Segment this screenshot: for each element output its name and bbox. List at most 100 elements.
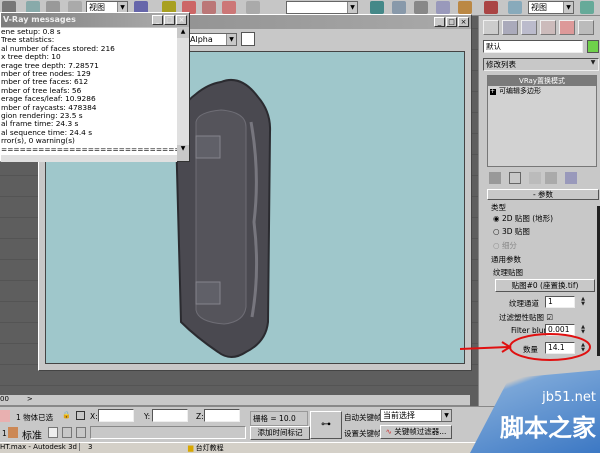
next-frame-button[interactable]: > xyxy=(27,395,33,403)
filter-label: 过滤塑性贴图 xyxy=(499,313,544,322)
folder-label: 台灯教程 xyxy=(195,444,224,452)
x-coordinate-field[interactable] xyxy=(98,409,134,422)
modifier-stack: VRay置换模式 + 可编辑多边形 xyxy=(487,75,597,167)
percent-snap-icon[interactable] xyxy=(222,1,236,14)
tex-channel-field[interactable]: 1 xyxy=(545,296,575,308)
absolute-mode-icon[interactable] xyxy=(76,411,85,420)
stack-item-vray-displacement[interactable]: VRay置换模式 xyxy=(488,76,596,86)
render-icon[interactable] xyxy=(8,427,18,438)
vray-messages-window: V-Ray messages _ □ × ene setup: 0.8 s Tr… xyxy=(0,12,190,162)
x-label: X: xyxy=(90,412,98,421)
taskbar-item[interactable]: 3 xyxy=(88,443,92,451)
radio-3d-map[interactable]: ○ 3D 贴图 xyxy=(493,226,530,237)
maxscript-listener[interactable] xyxy=(0,410,10,422)
horizontal-scrollbar[interactable] xyxy=(1,155,177,162)
taskbar-item-folder[interactable]: ▆ 台灯教程 xyxy=(188,443,224,453)
expand-plus-icon[interactable]: + xyxy=(490,89,496,95)
vertical-scrollbar[interactable]: ▲ ▼ xyxy=(177,28,189,155)
moon-icon[interactable] xyxy=(48,427,58,438)
scroll-down-icon[interactable]: ▼ xyxy=(177,145,189,155)
display-tab-icon[interactable] xyxy=(559,20,575,35)
stack-item-label: VRay置换模式 xyxy=(519,77,565,85)
y-label: Y: xyxy=(144,412,151,421)
quick-render-icon[interactable] xyxy=(580,1,594,14)
frame-label: 00 xyxy=(0,395,9,403)
tex-channel-spinner[interactable]: ▲ ▼ xyxy=(579,297,587,308)
annotation-arrow xyxy=(460,341,512,353)
key-curve-icon: ∿ xyxy=(385,427,392,436)
radio-label: 细分 xyxy=(501,241,517,250)
modifier-list-combo[interactable]: 修改列表 ▼ xyxy=(483,58,599,71)
selection-set-combo[interactable]: 当前选择 ▼ xyxy=(380,409,452,422)
prompt-line xyxy=(90,426,246,439)
chevron-down-icon: ▼ xyxy=(590,59,596,66)
annotation-circle xyxy=(509,333,591,361)
channel-combo[interactable]: Alpha ▼ xyxy=(187,33,237,46)
close-button[interactable]: × xyxy=(458,17,469,27)
stack-item-editable-poly[interactable]: + 可编辑多边形 xyxy=(488,86,596,96)
messages-log: ene setup: 0.8 s Tree statistics: al num… xyxy=(1,28,177,155)
y-coordinate-field[interactable] xyxy=(152,409,188,422)
hierarchy-tab-icon[interactable] xyxy=(521,20,537,35)
render-type-combo[interactable]: 视图 ▼ xyxy=(528,1,574,14)
selection-count: 1 物体已选 xyxy=(16,413,54,422)
type-group-label: 类型 xyxy=(491,203,506,212)
set-key-button[interactable]: 设置关键帧 xyxy=(344,428,382,439)
annotation-overlay xyxy=(460,333,591,361)
minimize-button[interactable]: _ xyxy=(434,17,445,27)
object-color-swatch[interactable] xyxy=(587,40,599,53)
angle-snap-icon[interactable] xyxy=(202,1,216,14)
pin-stack-icon[interactable] xyxy=(489,172,501,184)
maximize-button[interactable]: □ xyxy=(446,17,457,27)
named-selection-combo[interactable]: ▼ xyxy=(286,1,358,14)
texmap-button[interactable]: 贴图#0 (座置换.tif) xyxy=(495,279,595,292)
filter-texmap-checkbox[interactable]: 过滤塑性贴图 ☑ xyxy=(499,312,553,323)
messages-titlebar[interactable]: V-Ray messages _ □ × xyxy=(1,13,189,27)
texmap-label: 纹理贴图 xyxy=(493,268,523,277)
ruler-icon[interactable] xyxy=(76,427,86,438)
configure-sets-icon[interactable] xyxy=(565,172,577,184)
chevron-down-icon: ▼ xyxy=(441,410,451,421)
time-slider[interactable]: 00 > xyxy=(0,395,470,406)
z-coordinate-field[interactable] xyxy=(204,409,240,422)
object-name-field[interactable]: 默认 xyxy=(483,40,583,53)
reference-coord-value: 视图 xyxy=(89,3,105,12)
dots-icon[interactable] xyxy=(62,427,72,438)
key-icon[interactable]: ⊶ xyxy=(310,411,342,439)
chevron-down-icon: ▼ xyxy=(226,34,236,45)
spinner-snap-icon[interactable] xyxy=(246,1,260,14)
layers-icon[interactable] xyxy=(414,1,428,14)
mirror-icon[interactable] xyxy=(370,1,384,14)
utilities-tab-icon[interactable] xyxy=(578,20,594,35)
material-editor-icon[interactable] xyxy=(484,1,498,14)
key-filters-button[interactable]: ∿ 关键帧过滤器... xyxy=(380,425,452,439)
maximize-button[interactable]: □ xyxy=(164,15,175,25)
color-swatch[interactable] xyxy=(241,32,255,46)
taskbar-item-3dsmax[interactable]: HT.max - Autodesk 3d xyxy=(0,443,80,451)
chevron-down-icon: ▼ xyxy=(563,2,573,13)
schematic-icon[interactable] xyxy=(458,1,472,14)
chevron-down-icon: ▼ xyxy=(347,2,357,13)
channel-value: Alpha xyxy=(190,35,213,44)
radio-subdivision[interactable]: ○ 细分 xyxy=(493,240,517,251)
grid-size: 栅格 = 10.0 xyxy=(250,411,308,426)
align-icon[interactable] xyxy=(392,1,406,14)
close-button[interactable]: × xyxy=(176,15,187,25)
motion-tab-icon[interactable] xyxy=(540,20,556,35)
auto-key-button[interactable]: 自动关键帧 xyxy=(344,412,382,423)
parameters-rollout-header[interactable]: - 参数 xyxy=(487,189,599,200)
minimize-button[interactable]: _ xyxy=(152,15,163,25)
scroll-up-icon[interactable]: ▲ xyxy=(177,28,189,38)
remove-modifier-icon[interactable] xyxy=(545,172,557,184)
log-line: ================================ xyxy=(1,144,177,154)
z-label: Z: xyxy=(196,412,204,421)
create-tab-icon[interactable] xyxy=(483,20,499,35)
render-scene-icon[interactable] xyxy=(508,1,522,14)
curve-editor-icon[interactable] xyxy=(436,1,450,14)
add-time-tag-button[interactable]: 添加时间标记 xyxy=(250,426,310,440)
show-end-result-icon[interactable] xyxy=(509,172,521,184)
modify-tab-icon[interactable] xyxy=(502,20,518,35)
radio-2d-map[interactable]: ◉ 2D 贴图 (地形) xyxy=(493,213,553,224)
make-unique-icon[interactable] xyxy=(529,172,541,184)
lock-icon[interactable]: 🔒 xyxy=(62,411,71,420)
